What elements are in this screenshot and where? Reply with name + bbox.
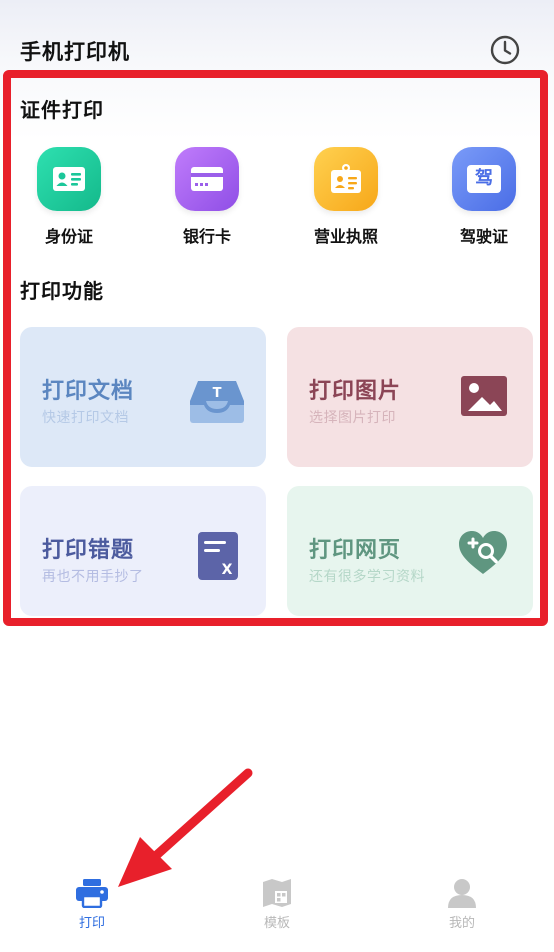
card-subtitle: 选择图片打印 — [309, 410, 396, 426]
clock-history-icon[interactable] — [489, 34, 521, 66]
card-title: 打印错题 — [42, 538, 135, 563]
cert-item-id-card[interactable]: 身份证 — [24, 147, 114, 247]
profile-icon — [448, 879, 476, 908]
header: 手机打印机 — [0, 0, 554, 80]
err-icon-glyph: X — [222, 562, 233, 578]
card-subtitle: 还有很多学习资料 — [309, 569, 425, 585]
print-document-card[interactable]: 打印文档 快速打印文档 T — [20, 327, 266, 467]
doc-icon-glyph: T — [213, 386, 222, 401]
certificate-print-title: 证件打印 — [20, 98, 104, 122]
bank-card-icon — [175, 147, 239, 211]
card-title: 打印文档 — [42, 379, 135, 404]
card-title: 打印图片 — [309, 379, 402, 404]
template-icon — [263, 879, 291, 907]
card-subtitle: 快速打印文档 — [42, 410, 129, 426]
app-screen: 手机打印机 证件打印 身份证 银行卡 营业执照 驾 驾驶证 打印功能 打印文档 … — [0, 0, 554, 952]
document-tray-icon: T — [190, 381, 244, 423]
cert-item-driver-license[interactable]: 驾 驾驶证 — [439, 147, 529, 247]
print-wrong-questions-card[interactable]: 打印错题 再也不用手抄了 X — [20, 486, 266, 616]
wrong-question-icon: X — [198, 532, 238, 580]
cert-label: 身份证 — [44, 227, 93, 246]
tab-print[interactable]: 打印 — [52, 878, 132, 931]
cert-label: 银行卡 — [182, 227, 231, 246]
cert-item-business-license[interactable]: 营业执照 — [301, 147, 391, 247]
tab-mine[interactable]: 我的 — [422, 878, 502, 931]
business-license-icon — [314, 147, 378, 211]
cert-label: 营业执照 — [313, 227, 378, 246]
bottom-tab-bar: 打印 模板 我的 — [0, 868, 554, 952]
id-card-icon — [37, 147, 101, 211]
driver-license-glyph: 驾 — [475, 168, 493, 189]
print-image-card[interactable]: 打印图片 选择图片打印 — [287, 327, 533, 467]
driver-license-icon: 驾 — [452, 147, 516, 211]
print-functions-title: 打印功能 — [20, 279, 104, 303]
card-subtitle: 再也不用手抄了 — [42, 569, 144, 585]
web-search-icon — [459, 531, 507, 574]
cert-item-bank-card[interactable]: 银行卡 — [162, 147, 252, 247]
card-title: 打印网页 — [309, 538, 402, 563]
tab-label: 模板 — [263, 916, 290, 931]
tab-template[interactable]: 模板 — [237, 878, 317, 931]
tab-label: 我的 — [448, 916, 475, 931]
printer-icon — [76, 879, 108, 908]
print-webpage-card[interactable]: 打印网页 还有很多学习资料 — [287, 486, 533, 616]
app-title: 手机打印机 — [20, 40, 130, 64]
cert-label: 驾驶证 — [459, 227, 508, 246]
tab-label: 打印 — [78, 916, 105, 931]
image-icon — [461, 376, 507, 416]
